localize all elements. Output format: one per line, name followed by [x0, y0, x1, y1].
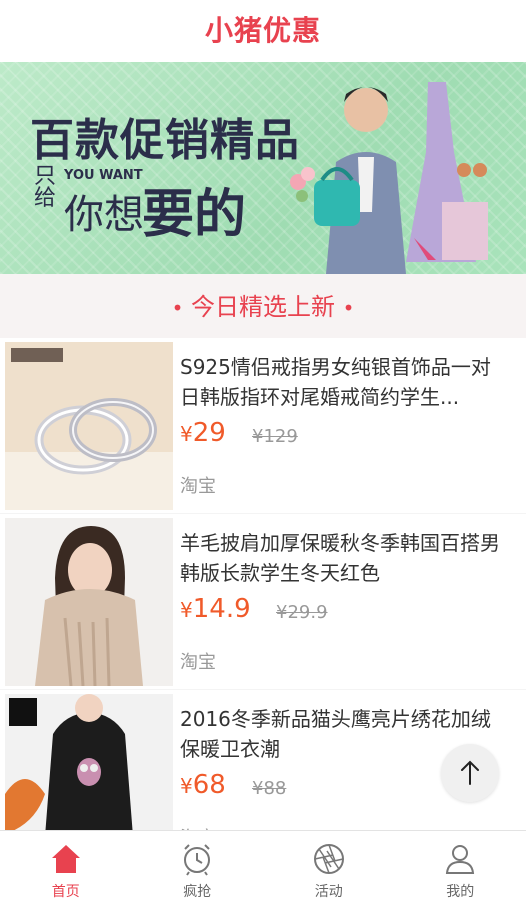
original-price: ¥88: [252, 778, 286, 799]
page-title: 小猪优惠: [0, 0, 526, 63]
product-title[interactable]: 羊毛披肩加厚保暖秋冬季韩国百搭男韩版长款学生冬天红色: [180, 528, 510, 588]
product-price: ¥68: [180, 770, 226, 800]
banner-only-text: 只给: [34, 166, 58, 210]
section-dot-right: •: [343, 296, 355, 320]
product-source: 淘宝: [180, 648, 216, 674]
banner-want: 要的: [142, 172, 246, 247]
currency-symbol: ¥: [180, 422, 193, 446]
original-price: ¥129: [252, 426, 298, 447]
currency-symbol: ¥: [180, 598, 193, 622]
product-source: 淘宝: [180, 472, 216, 498]
section-title-text: 今日精选上新: [191, 293, 335, 321]
section-dot-left: •: [172, 296, 184, 320]
back-to-top-button[interactable]: [441, 744, 499, 802]
tab-profile[interactable]: 我的: [395, 831, 526, 901]
banner-model-image: [286, 62, 526, 274]
product-image-rings: [5, 342, 173, 510]
product-price: ¥14.9: [180, 594, 251, 624]
section-title: • 今日精选上新 •: [0, 274, 526, 338]
product-price: ¥29: [180, 418, 226, 448]
bottom-tab-bar: 首页 疯抢 活动 我的: [0, 830, 526, 901]
product-image-scarf: [5, 518, 173, 686]
user-icon: [442, 841, 478, 877]
banner-headline: 百款促销精品: [30, 104, 300, 168]
banner-you-think: 你想: [64, 182, 144, 240]
arrow-up-icon: [441, 744, 499, 802]
price-value: 68: [193, 770, 226, 800]
tab-activity-label: 活动: [263, 881, 395, 901]
product-card[interactable]: 羊毛披肩加厚保暖秋冬季韩国百搭男韩版长款学生冬天红色 ¥14.9 ¥29.9 淘…: [0, 514, 526, 689]
tab-home-label: 首页: [0, 881, 132, 901]
original-price: ¥29.9: [276, 602, 328, 623]
banner-you-want: YOU WANT: [64, 168, 143, 183]
promo-banner[interactable]: 百款促销精品 只给 YOU WANT 你想 要的: [0, 62, 526, 274]
price-value: 29: [193, 418, 226, 448]
tab-home[interactable]: 首页: [0, 831, 132, 901]
tab-flash-sale[interactable]: 疯抢: [132, 831, 264, 901]
product-title[interactable]: S925情侣戒指男女纯银首饰品一对日韩版指环对尾婚戒简约学生...: [180, 352, 510, 412]
tab-activity[interactable]: 活动: [263, 831, 395, 901]
currency-symbol: ¥: [180, 774, 193, 798]
alarm-clock-icon: [179, 841, 215, 877]
product-card[interactable]: S925情侣戒指男女纯银首饰品一对日韩版指环对尾婚戒简约学生... ¥29 ¥1…: [0, 338, 526, 513]
aperture-icon: [311, 841, 347, 877]
product-image-sweatshirt: [5, 694, 173, 830]
home-icon: [48, 841, 84, 877]
tab-profile-label: 我的: [395, 881, 526, 901]
tab-flash-sale-label: 疯抢: [132, 881, 264, 901]
price-value: 14.9: [193, 594, 251, 624]
